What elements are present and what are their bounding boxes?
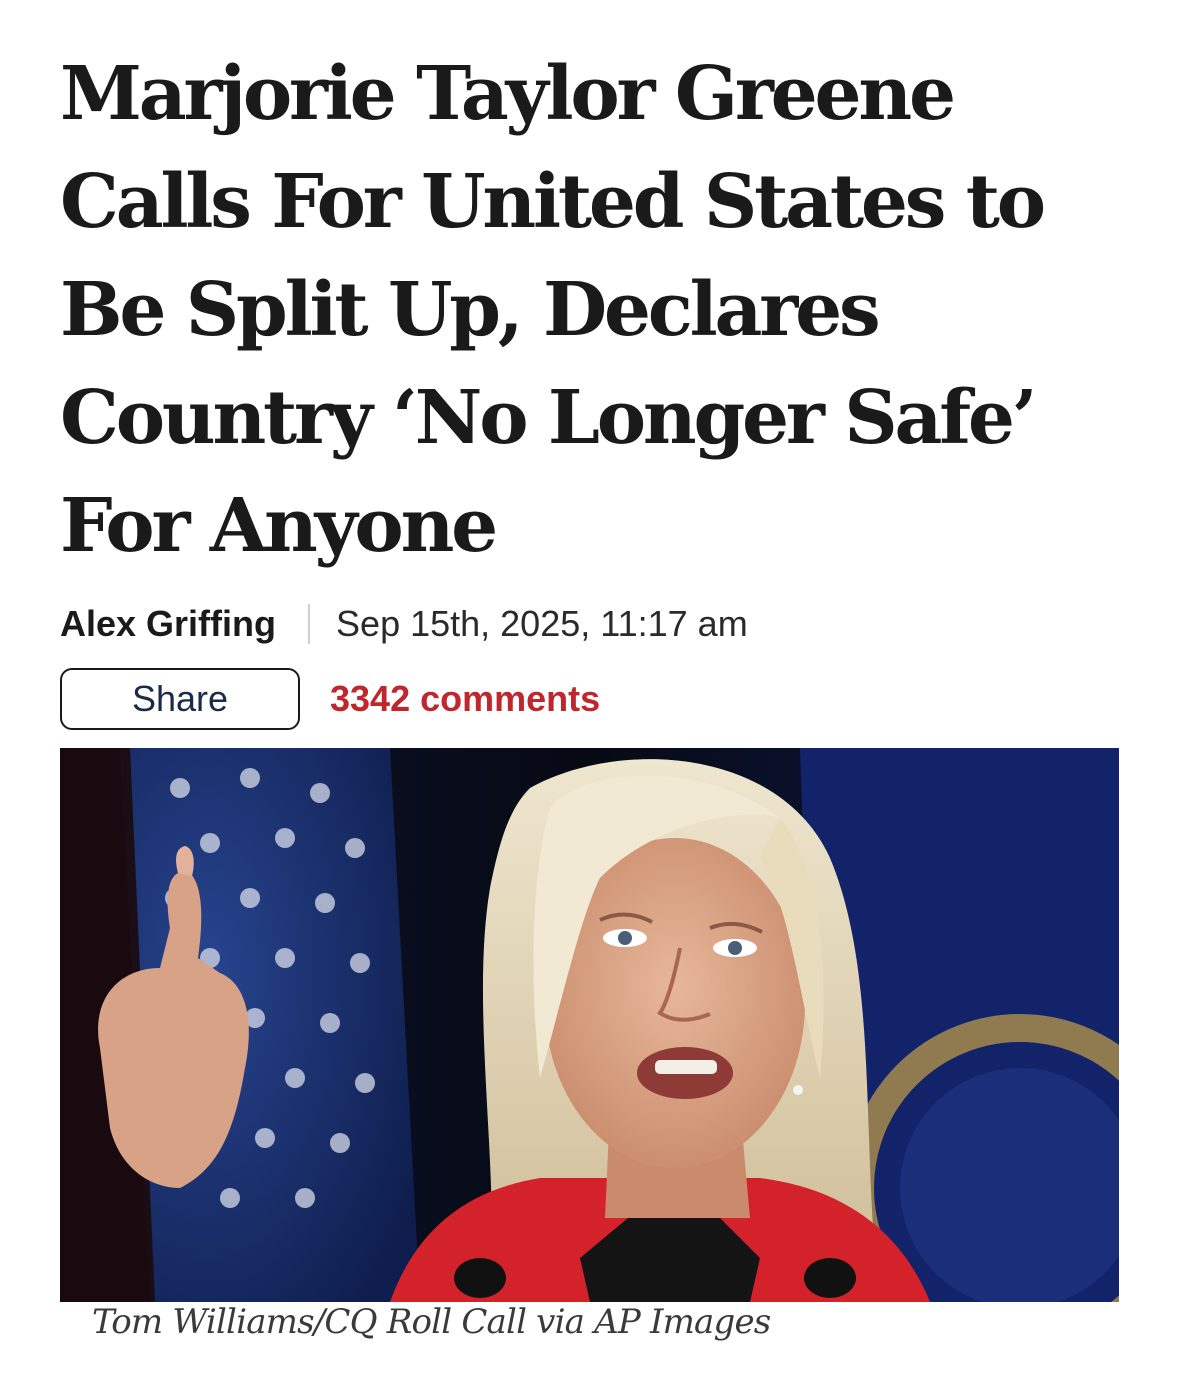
byline-divider: [308, 604, 311, 644]
article-headline: Marjorie Taylor Greene Calls For United …: [60, 51, 1046, 569]
share-button[interactable]: Share: [60, 668, 300, 730]
publish-date: Sep 15th, 2025, 11:17 am: [336, 603, 748, 644]
article-photo: [60, 748, 1119, 1302]
article-header: Marjorie Taylor Greene Calls For United …: [60, 40, 1120, 730]
article-actions: Share 3342 comments: [60, 668, 1120, 730]
comments-link[interactable]: 3342 comments: [330, 678, 600, 720]
author-name[interactable]: Alex Griffing: [60, 603, 276, 645]
byline: Alex Griffing Sep 15th, 2025, 11:17 am: [60, 602, 1120, 646]
photo-illustration: [60, 748, 1119, 1302]
photo-caption: Tom Williams/CQ Roll Call via AP Images: [92, 1302, 771, 1342]
